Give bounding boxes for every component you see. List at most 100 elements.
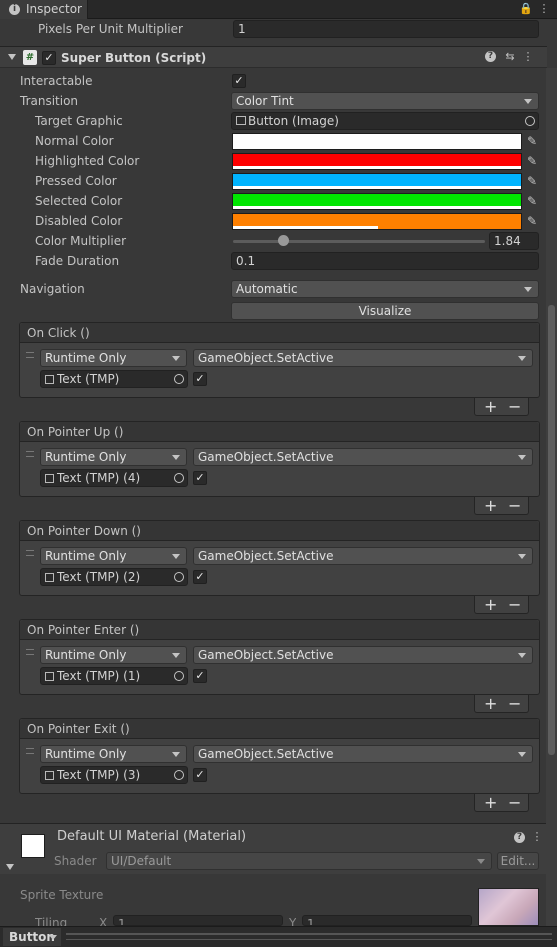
event-add-remove: + − (474, 695, 529, 713)
component-menu-icon[interactable]: ⋮ (521, 50, 535, 64)
target-object-field[interactable]: Text (TMP) (1) (40, 667, 188, 685)
target-object-value: Text (TMP) (4) (57, 471, 141, 485)
function-dropdown[interactable]: GameObject.SetActive (193, 745, 533, 763)
preset-icon[interactable]: ⇆ (503, 50, 517, 64)
drag-handle[interactable] (66, 933, 552, 935)
runtime-mode-dropdown[interactable]: Runtime Only (40, 646, 187, 664)
target-graphic-field[interactable]: Button (Image) (231, 112, 539, 130)
gameobject-icon (45, 474, 54, 483)
gameobject-icon (45, 672, 54, 681)
add-listener-button[interactable]: + (484, 695, 497, 713)
selected-color-field[interactable] (232, 193, 522, 210)
target-object-field[interactable]: Text (TMP) (4) (40, 469, 188, 487)
remove-listener-button[interactable]: − (508, 794, 521, 812)
target-object-field[interactable]: Text (TMP) (40, 370, 188, 388)
lock-icon[interactable]: 🔒 (519, 2, 533, 16)
help-icon[interactable]: ? (485, 51, 496, 62)
event-add-remove: + − (474, 497, 529, 515)
normal-color-field[interactable] (232, 133, 522, 150)
runtime-mode-dropdown[interactable]: Runtime Only (40, 547, 187, 565)
foldout-arrow-icon[interactable] (6, 864, 14, 870)
function-dropdown[interactable]: GameObject.SetActive (193, 349, 533, 367)
ppu-field[interactable]: 1 (233, 20, 539, 38)
gameobject-icon (45, 375, 54, 384)
pressed-color-field[interactable] (232, 173, 522, 190)
eyedropper-icon[interactable]: ✎ (525, 154, 539, 168)
object-picker-icon[interactable] (174, 770, 184, 780)
runtime-mode-value: Runtime Only (45, 648, 127, 662)
eyedropper-icon[interactable]: ✎ (525, 194, 539, 208)
highlighted-color-label: Highlighted Color (35, 154, 140, 168)
shader-dropdown[interactable]: UI/Default (106, 852, 492, 870)
runtime-mode-dropdown[interactable]: Runtime Only (40, 448, 187, 466)
remove-listener-button[interactable]: − (508, 596, 521, 614)
target-object-field[interactable]: Text (TMP) (3) (40, 766, 188, 784)
argument-toggle[interactable]: ✓ (193, 570, 207, 584)
argument-toggle[interactable]: ✓ (193, 471, 207, 485)
event-title: On Pointer Exit () (27, 722, 130, 736)
object-picker-icon[interactable] (174, 374, 184, 384)
help-icon[interactable]: ? (514, 832, 525, 843)
target-object-field[interactable]: Text (TMP) (2) (40, 568, 188, 586)
edit-shader-button[interactable]: Edit... (497, 852, 539, 870)
object-picker-icon[interactable] (174, 473, 184, 483)
component-menu-icon[interactable]: ⋮ (530, 830, 544, 844)
tab-inspector[interactable]: i Inspector (0, 0, 88, 19)
object-picker-icon[interactable] (174, 572, 184, 582)
reorder-handle[interactable] (26, 550, 34, 556)
remove-listener-button[interactable]: − (508, 695, 521, 713)
remove-listener-button[interactable]: − (508, 398, 521, 416)
remove-listener-button[interactable]: − (508, 497, 521, 515)
runtime-mode-value: Runtime Only (45, 747, 127, 761)
ppu-label: Pixels Per Unit Multiplier (38, 22, 183, 36)
function-value: GameObject.SetActive (198, 450, 334, 464)
eyedropper-icon[interactable]: ✎ (525, 214, 539, 228)
function-dropdown[interactable]: GameObject.SetActive (193, 547, 533, 565)
eyedropper-icon[interactable]: ✎ (525, 134, 539, 148)
reorder-handle[interactable] (26, 649, 34, 655)
eyedropper-icon[interactable]: ✎ (525, 174, 539, 188)
multiplier-slider-track[interactable] (233, 240, 485, 243)
color-multiplier-label: Color Multiplier (35, 234, 127, 248)
disabled-color-field[interactable] (232, 213, 522, 230)
add-listener-button[interactable]: + (484, 794, 497, 812)
object-picker-icon[interactable] (174, 671, 184, 681)
component-header[interactable]: # ✓ Super Button (Script) ? ⇆ ⋮ (0, 46, 547, 68)
transition-dropdown[interactable]: Color Tint (231, 92, 539, 110)
visualize-button[interactable]: Visualize (231, 302, 539, 320)
function-dropdown[interactable]: GameObject.SetActive (193, 646, 533, 664)
tiling-x-field[interactable]: 1 (113, 915, 283, 926)
scrollbar-thumb[interactable] (548, 305, 555, 755)
highlighted-color-field[interactable] (232, 153, 522, 170)
object-picker-icon[interactable] (525, 116, 535, 126)
event-add-remove: + − (474, 398, 529, 416)
argument-toggle[interactable]: ✓ (193, 768, 207, 782)
more-menu-icon[interactable]: ⋮ (537, 2, 551, 16)
interactable-toggle[interactable]: ✓ (232, 74, 246, 88)
argument-toggle[interactable]: ✓ (193, 669, 207, 683)
runtime-mode-value: Runtime Only (45, 351, 127, 365)
multiplier-field[interactable]: 1.84 (489, 232, 539, 250)
navigation-dropdown[interactable]: Automatic (231, 280, 539, 298)
reorder-handle[interactable] (26, 352, 34, 358)
reorder-handle[interactable] (26, 748, 34, 754)
fade-duration-field[interactable]: 0.1 (231, 252, 539, 270)
add-listener-button[interactable]: + (484, 398, 497, 416)
reorder-handle[interactable] (26, 451, 34, 457)
foldout-arrow-icon[interactable] (8, 54, 16, 60)
tiling-y-field[interactable]: 1 (302, 915, 472, 926)
add-listener-button[interactable]: + (484, 596, 497, 614)
pressed-color-label: Pressed Color (35, 174, 117, 188)
component-enabled-toggle[interactable]: ✓ (42, 51, 56, 65)
add-listener-button[interactable]: + (484, 497, 497, 515)
argument-toggle[interactable]: ✓ (193, 372, 207, 386)
preview-dropdown[interactable]: Button (3, 928, 61, 946)
chevron-down-icon (49, 935, 57, 940)
multiplier-slider-thumb[interactable] (278, 235, 290, 246)
function-dropdown[interactable]: GameObject.SetActive (193, 448, 533, 466)
event-box: On Pointer Enter () Runtime Only GameObj… (19, 619, 540, 695)
sprite-texture-thumbnail[interactable] (478, 888, 539, 926)
chevron-down-icon (172, 455, 180, 460)
runtime-mode-dropdown[interactable]: Runtime Only (40, 745, 187, 763)
runtime-mode-dropdown[interactable]: Runtime Only (40, 349, 187, 367)
